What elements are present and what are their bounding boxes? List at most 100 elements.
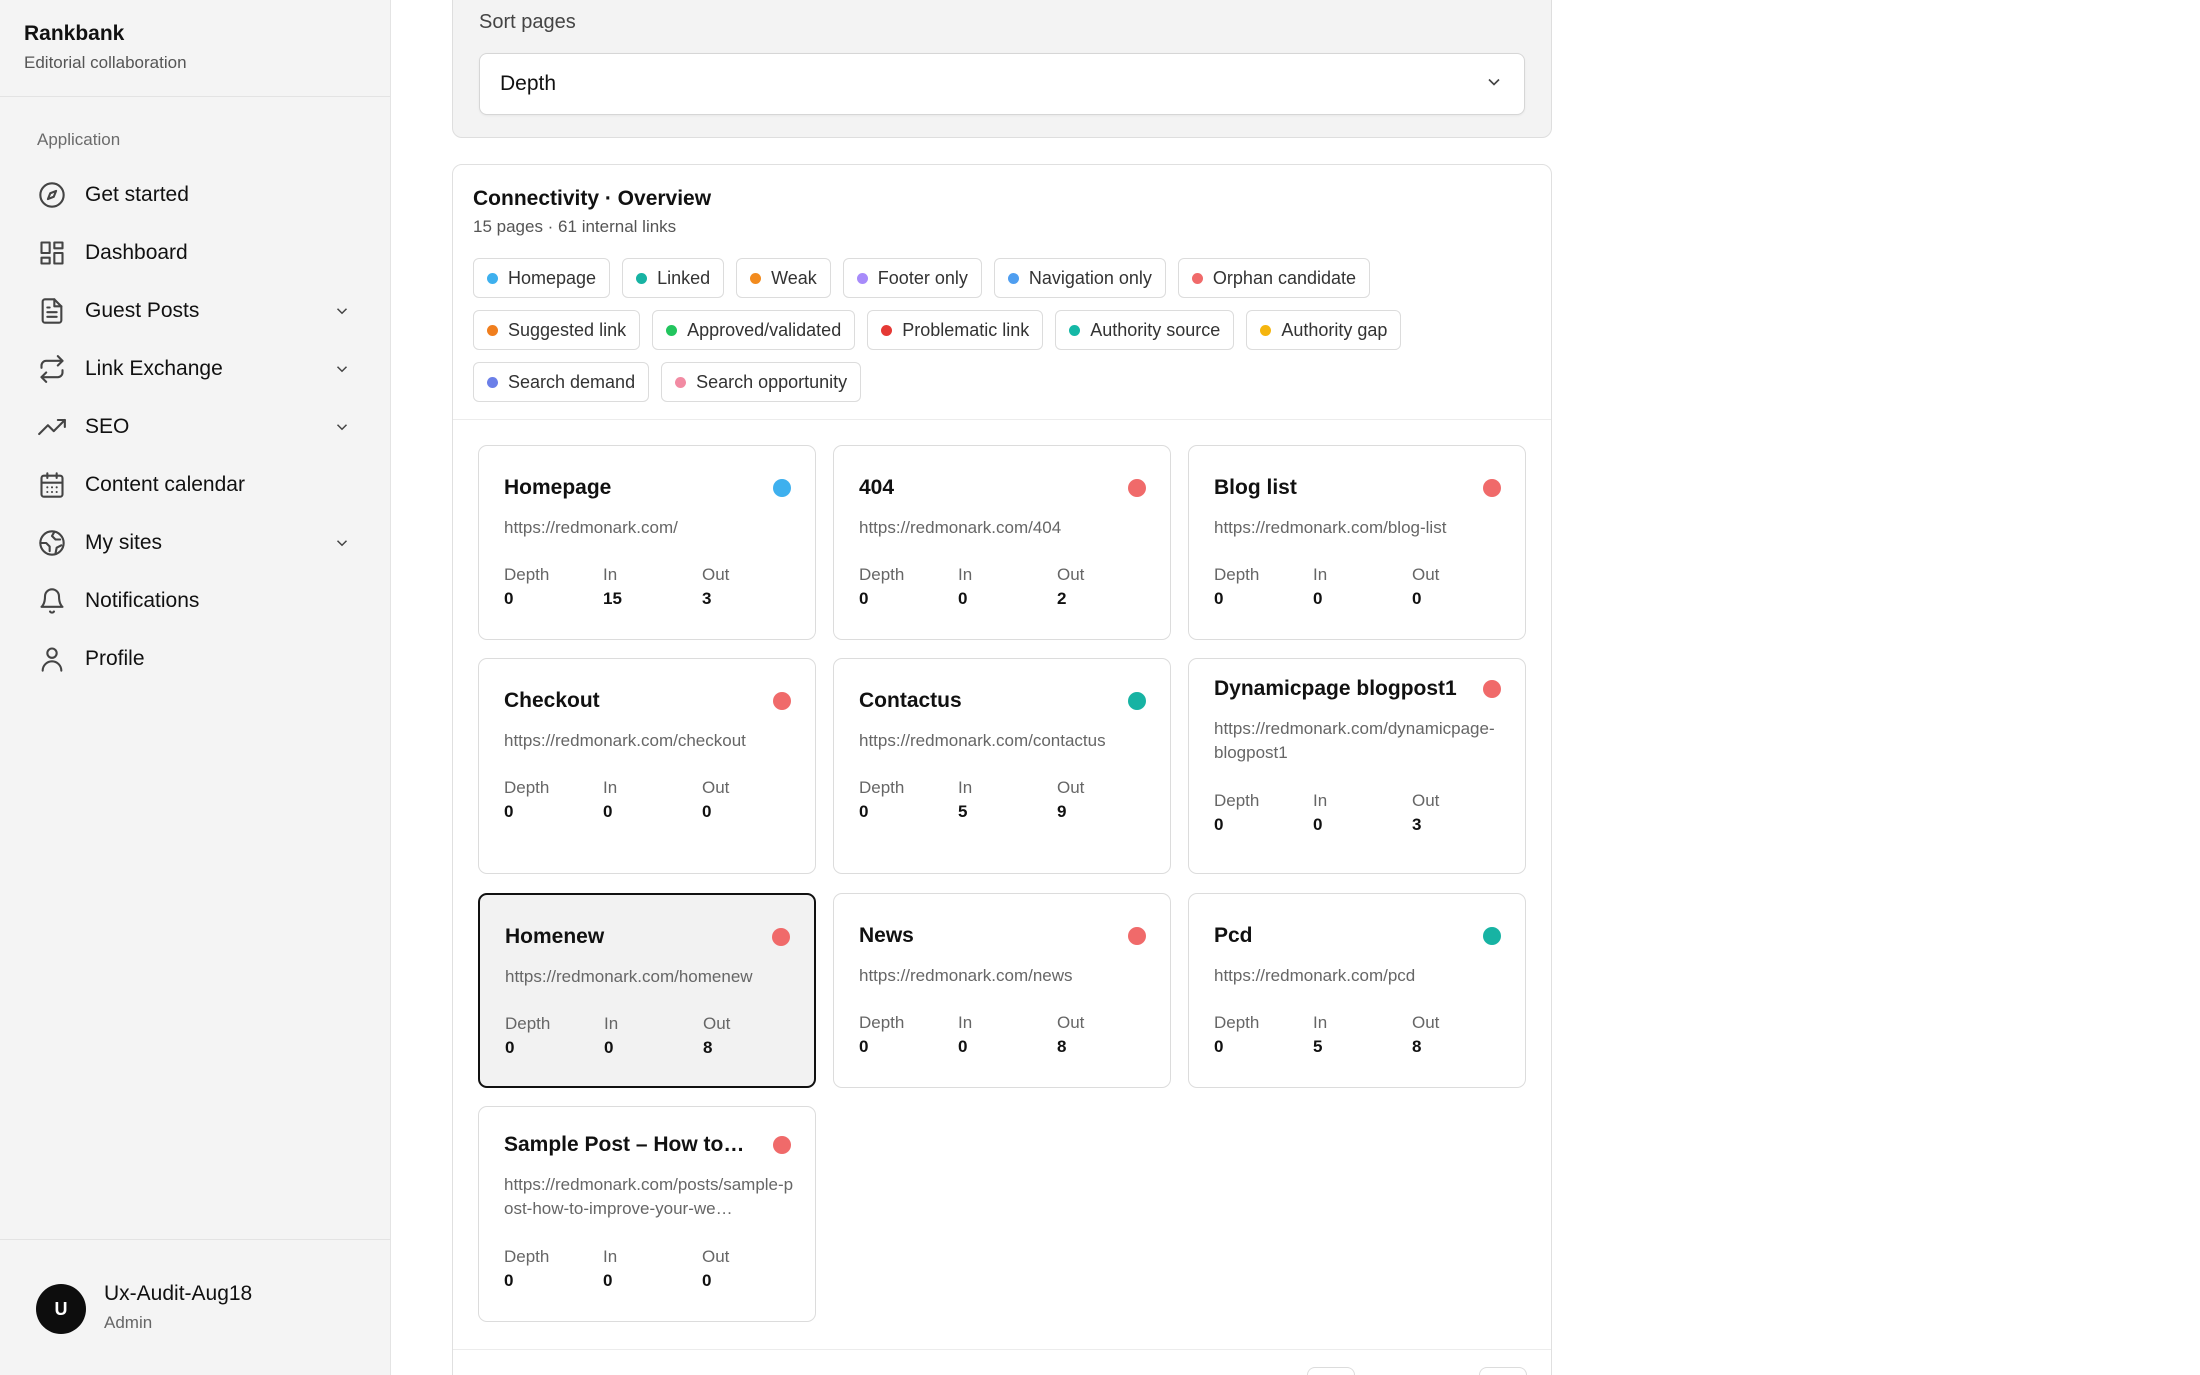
sidebar-item-link-exchange[interactable]: Link Exchange	[0, 340, 391, 398]
legend-chip-label: Approved/validated	[687, 319, 842, 340]
legend-chip-authority-source[interactable]: Authority source	[1055, 310, 1235, 350]
legend-chip-orphan-candidate[interactable]: Orphan candidate	[1177, 258, 1371, 298]
page-card[interactable]: Contactus https://redmonark.com/contactus…	[833, 658, 1171, 874]
stat-depth-label: Depth	[859, 565, 905, 584]
sidebar-item-content-calendar[interactable]: Content calendar	[0, 456, 391, 514]
stat-depth: Depth 0	[859, 778, 904, 822]
legend-dot-icon	[1191, 272, 1203, 284]
sidebar-item-dashboard[interactable]: Dashboard	[0, 224, 391, 282]
sort-label: Sort pages	[479, 11, 576, 33]
page-card[interactable]: News https://redmonark.com/news Depth 0 In 0 O…	[833, 893, 1171, 1088]
user-panel[interactable]: U Ux-Audit-Aug18 Admin	[0, 1239, 391, 1375]
legend-chip-weak[interactable]: Weak	[736, 258, 831, 298]
page-card[interactable]: Dynamicpage blogpost1 https://redmonark.c…	[1188, 658, 1526, 874]
stat-in: In 0	[958, 1013, 972, 1057]
status-dot-icon	[773, 692, 791, 710]
legend-dot-icon	[675, 376, 687, 388]
legend-chip-label: Homepage	[508, 267, 597, 288]
page-card[interactable]: Checkout https://redmonark.com/checkout De…	[478, 658, 816, 874]
stat-in-label: In	[958, 565, 973, 584]
legend-chip-label: Linked	[657, 267, 711, 288]
stat-in-label: In	[603, 778, 618, 797]
stat-out: Out 0	[702, 1247, 729, 1291]
stat-depth-label: Depth	[505, 1014, 551, 1033]
pagination-next-button[interactable]	[1479, 1367, 1527, 1375]
stat-out-value: 8	[1057, 1037, 1067, 1056]
sidebar-item-get-started[interactable]: Get started	[0, 166, 391, 224]
stat-out-value: 0	[702, 1271, 712, 1290]
stat-depth-label: Depth	[859, 1013, 905, 1032]
sidebar-item-seo[interactable]: SEO	[0, 398, 391, 456]
legend-chip-authority-gap[interactable]: Authority gap	[1246, 310, 1402, 350]
stat-in-value: 0	[604, 1038, 614, 1057]
overview-subtitle: 15 pages · 61 internal links	[473, 217, 677, 236]
sort-select[interactable]: Depth	[479, 53, 1525, 115]
chevron-down-icon	[333, 418, 351, 436]
legend-chip-navigation-only[interactable]: Navigation only	[993, 258, 1166, 298]
stat-depth: Depth 0	[505, 1014, 550, 1058]
dashboard-grid-icon	[37, 238, 67, 268]
stat-depth-value: 0	[1214, 815, 1224, 834]
sidebar-item-notifications[interactable]: Notifications	[0, 572, 391, 630]
brand: Rankbank Editorial collaboration	[0, 0, 390, 97]
sidebar-item-my-sites[interactable]: My sites	[0, 514, 391, 572]
stat-depth-value: 0	[1214, 589, 1224, 608]
page-card-title: Pcd	[1214, 924, 1253, 947]
legend-chip-search-demand[interactable]: Search demand	[473, 362, 650, 402]
legend-chip-problematic-link[interactable]: Problematic link	[867, 310, 1044, 350]
page-card-title: 404	[859, 476, 895, 499]
chevron-down-icon	[333, 302, 351, 320]
sidebar-item-label: Link Exchange	[85, 357, 223, 380]
sidebar-item-label: Dashboard	[85, 241, 188, 264]
stat-in-value: 0	[958, 1037, 968, 1056]
stat-depth-label: Depth	[1214, 791, 1260, 810]
legend-dot-icon	[666, 324, 678, 336]
page-card[interactable]: Homepage https://redmonark.com/Depth 0 In 15…	[478, 445, 816, 640]
avatar[interactable]: U	[36, 1284, 86, 1334]
sidebar-item-label: SEO	[85, 415, 130, 438]
bell-icon	[37, 586, 67, 616]
status-dot-icon	[772, 928, 790, 946]
page-card[interactable]: Pcd https://redmonark.com/pcd Depth 0 In 5 Out…	[1188, 893, 1526, 1088]
legend-dot-icon	[1260, 324, 1272, 336]
legend-chip-label: Suggested link	[508, 319, 627, 340]
sort-select-value: Depth	[500, 72, 557, 95]
stat-out-label: Out	[1412, 1013, 1440, 1032]
page-card-url: https://redmonark.com/	[504, 518, 678, 537]
page-card[interactable]: Homenew https://redmonark.com/homenew Dept…	[478, 893, 816, 1088]
stat-depth-label: Depth	[504, 1247, 550, 1266]
legend-chip-footer-only[interactable]: Footer only	[842, 258, 982, 298]
stat-out-value: 2	[1057, 589, 1067, 608]
page-card-title: Contactus	[859, 689, 962, 712]
page-card-url: https://redmonark.com/checkout	[504, 731, 746, 750]
legend-chip-suggested-link[interactable]: Suggested link	[473, 310, 641, 350]
page-card[interactable]: Blog list https://redmonark.com/blog-list…	[1188, 445, 1526, 640]
stat-in-label: In	[603, 1247, 618, 1266]
legend-chip-label: Search opportunity	[696, 371, 848, 392]
stat-in-value: 0	[1313, 815, 1323, 834]
legend-chip-search-opportunity[interactable]: Search opportunity	[661, 362, 862, 402]
stat-depth-value: 0	[859, 1037, 869, 1056]
sidebar-item-guest-posts[interactable]: Guest Posts	[0, 282, 391, 340]
stat-in-label: In	[604, 1014, 619, 1033]
stat-depth: Depth 0	[1214, 565, 1259, 609]
legend-chip-approved-validated[interactable]: Approved/validated	[652, 310, 856, 350]
sort-panel: Sort pages Depth	[452, 0, 1552, 138]
stat-in: In 5	[1313, 1013, 1327, 1057]
sidebar-item-label: Guest Posts	[85, 299, 200, 322]
legend-chip-linked[interactable]: Linked	[622, 258, 725, 298]
stat-in-value: 0	[958, 589, 968, 608]
stat-in: In 0	[603, 1247, 617, 1291]
connectivity-overview: Connectivity · Overview 15 pages · 61 in…	[452, 164, 1552, 1375]
status-dot-icon	[1483, 479, 1501, 497]
stat-out-label: Out	[1057, 1013, 1085, 1032]
sidebar-item-label: Get started	[85, 183, 189, 206]
page-card[interactable]: Sample Post – How to… https://redmonark.c…	[478, 1106, 816, 1322]
legend-chip-homepage[interactable]: Homepage	[473, 258, 611, 298]
sidebar-item-profile[interactable]: Profile	[0, 630, 391, 688]
page-card[interactable]: 404 https://redmonark.com/404 Depth 0 In 0 Out…	[833, 445, 1171, 640]
page-card-title: Dynamicpage blogpost1	[1214, 677, 1457, 700]
pagination-prev-button[interactable]	[1307, 1367, 1355, 1375]
stat-depth: Depth 0	[504, 1247, 549, 1291]
page-card-url: https://redmonark.com/posts/sample-post-…	[504, 1175, 794, 1218]
